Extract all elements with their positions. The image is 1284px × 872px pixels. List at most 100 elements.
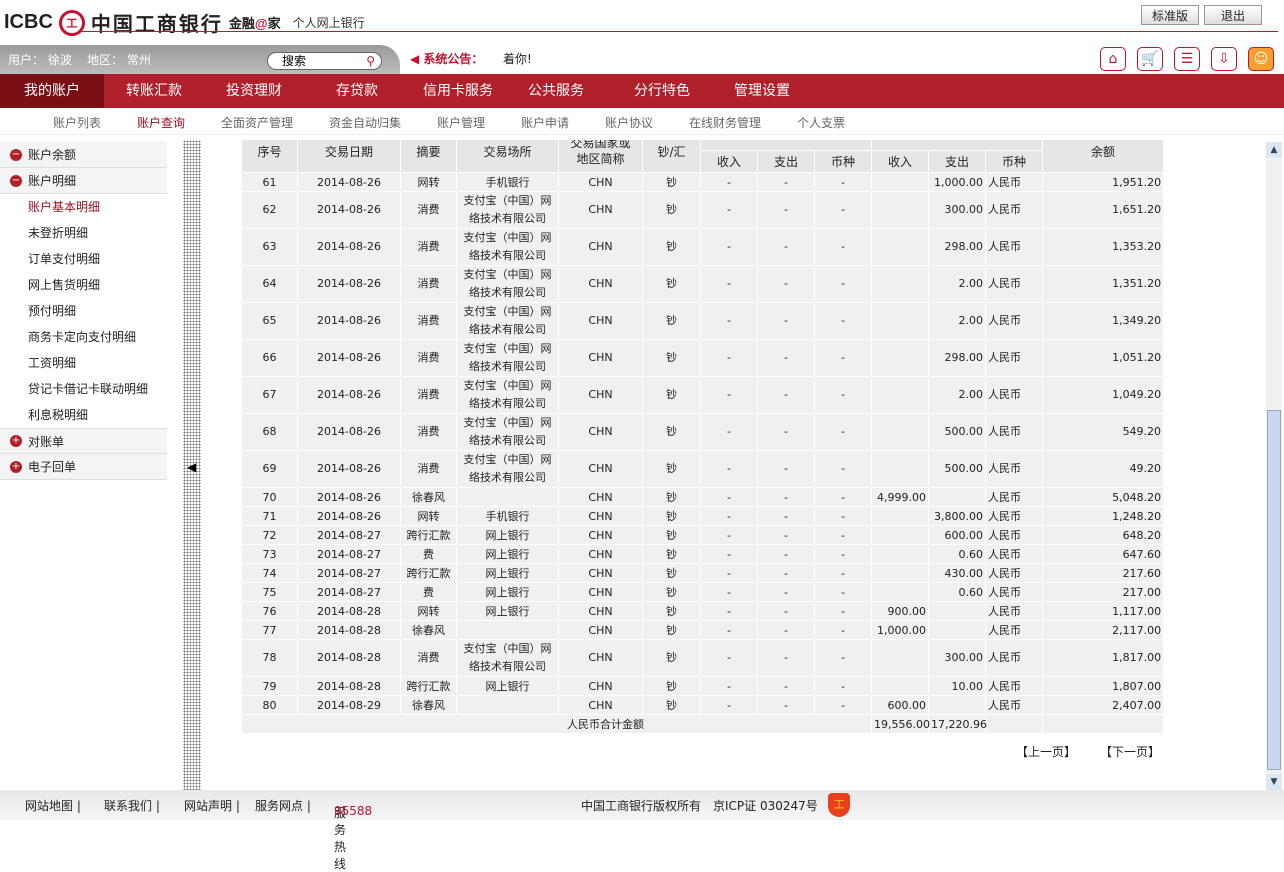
table-cell: -: [700, 191, 758, 229]
table-cell: [871, 376, 930, 414]
table-cell: -: [757, 302, 815, 340]
table-cell: -: [757, 676, 815, 696]
table-cell: 人民币: [985, 525, 1044, 545]
table-cell: -: [757, 339, 815, 377]
total-label: 人民币合计金额: [241, 714, 873, 734]
sidebar-item[interactable]: 账户基本明细: [0, 194, 167, 220]
footer-icp[interactable]: 京ICP证 030247号: [713, 797, 818, 814]
col-balance: 余额: [1042, 140, 1163, 173]
prev-page-link[interactable]: 【上一页】: [1016, 743, 1076, 760]
nav-settings[interactable]: 管理设置: [718, 74, 806, 108]
footer-sitemap[interactable]: 网站地图 |: [25, 797, 81, 814]
nav-investment[interactable]: 投资理财: [204, 74, 304, 108]
scrollbar-thumb[interactable]: [1267, 410, 1281, 770]
expand-icon: +: [10, 435, 22, 447]
contact-card-icon[interactable]: ☰: [1174, 47, 1200, 71]
table-cell: CHN: [558, 172, 643, 192]
table-cell: -: [700, 450, 758, 488]
customer-service-icon[interactable]: ☺: [1248, 47, 1274, 71]
table-row: 80 2014-08-29 徐春风 CHN 钞 - - -600.00 人民币 2,407.00: [241, 695, 1163, 715]
nav-credit-card[interactable]: 信用卡服务: [410, 74, 506, 108]
logo-text: ICBC: [4, 11, 53, 33]
standard-version-button[interactable]: 标准版: [1141, 5, 1199, 25]
table-cell: 人民币: [985, 376, 1044, 414]
download-icon[interactable]: ⇩: [1211, 47, 1237, 71]
footer-contact[interactable]: 联系我们 |: [104, 797, 160, 814]
logout-button[interactable]: 退出: [1204, 5, 1262, 25]
table-cell: 消费: [400, 450, 457, 488]
table-cell: -: [700, 676, 758, 696]
sidebar-item[interactable]: 贷记卡借记卡联动明细: [0, 376, 167, 402]
search-input[interactable]: 搜索 ⚲: [267, 52, 382, 70]
nav-transfer[interactable]: 转账汇款: [104, 74, 204, 108]
table-cell: -: [700, 639, 758, 677]
col-group-foreign: [699, 140, 873, 151]
subnav-account-mgmt[interactable]: 账户管理: [437, 114, 485, 131]
table-cell: 430.00: [928, 563, 987, 583]
footer-statement[interactable]: 网站声明 |: [184, 797, 240, 814]
table-cell: 69: [241, 450, 298, 488]
collapse-sidebar-icon[interactable]: ◀: [187, 460, 196, 474]
subnav-asset-mgmt[interactable]: 全面资产管理: [221, 114, 293, 131]
subnav-account-query[interactable]: 账户查询: [137, 114, 185, 131]
subnav-account-agreement[interactable]: 账户协议: [605, 114, 653, 131]
sidebar-item[interactable]: 工资明细: [0, 350, 167, 376]
table-cell: [871, 450, 930, 488]
sidebar-item[interactable]: 订单支付明细: [0, 246, 167, 272]
sidebar-group-statement[interactable]: + 对账单: [0, 428, 167, 454]
sidebar-group-receipt[interactable]: + 电子回单: [0, 454, 167, 480]
sidebar-item[interactable]: 预付明细: [0, 298, 167, 324]
table-cell: 1,951.20: [1042, 172, 1163, 192]
table-cell: 68: [241, 413, 298, 451]
scrollbar[interactable]: ▲ ▼: [1266, 142, 1282, 790]
table-cell: CHN: [558, 620, 643, 640]
table-cell: [871, 582, 930, 602]
nav-public-service[interactable]: 公共服务: [506, 74, 606, 108]
table-cell: -: [813, 639, 873, 677]
nav-my-account[interactable]: 我的账户: [0, 74, 104, 108]
table-cell: 0.60: [928, 582, 987, 602]
sidebar-group-details[interactable]: − 账户明细: [0, 168, 167, 194]
table-cell: 217.60: [1042, 563, 1163, 583]
subnav-account-list[interactable]: 账户列表: [53, 114, 101, 131]
nav-deposit-loan[interactable]: 存贷款: [304, 74, 410, 108]
home-icon[interactable]: ⌂: [1100, 47, 1126, 71]
table-cell: [456, 620, 559, 640]
sidebar-item[interactable]: 商务卡定向支付明细: [0, 324, 167, 350]
table-cell: 网上银行: [456, 525, 559, 545]
table-row: 76 2014-08-28 网转 网上银行 CHN 钞 - - -900.00 人民币 1,117.…: [241, 601, 1163, 621]
subnav-finance-mgmt[interactable]: 在线财务管理: [689, 114, 761, 131]
sidebar-item[interactable]: 未登折明细: [0, 220, 167, 246]
table-cell: 71: [241, 506, 298, 526]
subnav-fund-collection[interactable]: 资金自动归集: [329, 114, 401, 131]
table-cell: 1,000.00: [928, 172, 987, 192]
nav-branch[interactable]: 分行特色: [606, 74, 718, 108]
user-info: 用户： 徐波 地区： 常州 搜索 ⚲: [0, 45, 400, 74]
table-cell: 61: [241, 172, 298, 192]
table-cell: 64: [241, 265, 298, 303]
table-cell: -: [813, 544, 873, 564]
scroll-up-icon[interactable]: ▲: [1266, 142, 1282, 158]
icbc-logo[interactable]: ICBC 工 中国工商银行 金融@家 个人网上银行: [4, 8, 365, 37]
subnav-account-apply[interactable]: 账户申请: [521, 114, 569, 131]
sidebar-group-balance[interactable]: − 账户余额: [0, 142, 167, 168]
scroll-down-icon[interactable]: ▼: [1266, 774, 1282, 790]
police-badge-icon[interactable]: 工: [828, 793, 850, 817]
table-cell: [871, 228, 930, 266]
next-page-link[interactable]: 【下一页】: [1100, 743, 1160, 760]
subnav-cheque[interactable]: 个人支票: [797, 114, 845, 131]
table-cell: 跨行汇款: [400, 525, 457, 545]
cart-icon[interactable]: 🛒: [1137, 47, 1163, 71]
table-cell: -: [813, 695, 873, 715]
sidebar: − 账户余额 − 账户明细 账户基本明细 未登折明细 订单支付明细 网上售货明细 预…: [0, 142, 167, 480]
table-cell: 2014-08-28: [297, 601, 401, 621]
footer-outlets[interactable]: 服务网点 |: [255, 797, 311, 814]
table-cell: 300.00: [928, 191, 987, 229]
search-icon[interactable]: ⚲: [366, 53, 375, 69]
table-cell: -: [757, 544, 815, 564]
sidebar-item[interactable]: 网上售货明细: [0, 272, 167, 298]
table-cell: 1,117.00: [1042, 601, 1163, 621]
table-cell: [871, 676, 930, 696]
sidebar-item[interactable]: 利息税明细: [0, 402, 167, 428]
notice-text[interactable]: 着你!: [503, 50, 532, 67]
